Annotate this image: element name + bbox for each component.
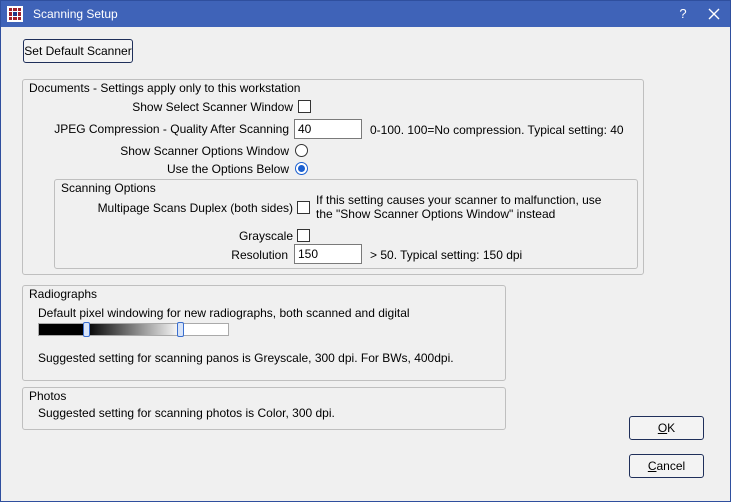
ok-button[interactable]: OK [629, 416, 704, 440]
duplex-hint-line1: If this setting causes your scanner to m… [316, 193, 602, 207]
grayscale-label: Grayscale [238, 229, 293, 243]
documents-group-label: Documents - Settings apply only to this … [29, 81, 301, 95]
window-black-region [39, 324, 86, 335]
window-max-handle[interactable] [177, 322, 184, 337]
scanning-options-group-label: Scanning Options [61, 181, 156, 195]
panos-suggestion: Suggested setting for scanning panos is … [38, 351, 454, 365]
set-default-scanner-button[interactable]: Set Default Scanner [23, 39, 133, 63]
photos-group-label: Photos [29, 389, 67, 403]
ok-label-rest: K [667, 421, 676, 435]
resolution-hint: > 50. Typical setting: 150 dpi [370, 248, 523, 262]
photos-suggestion: Suggested setting for scanning photos is… [38, 406, 335, 420]
pixel-windowing-slider[interactable] [38, 322, 229, 337]
window-gradient-region [86, 324, 181, 335]
window-title: Scanning Setup [33, 7, 118, 21]
app-grid-icon [7, 6, 23, 22]
jpeg-compression-hint: 0-100. 100=No compression. Typical setti… [370, 123, 624, 137]
scanning-setup-window: Scanning Setup ? Set Default Scanner Doc… [0, 0, 731, 502]
duplex-hint-line2: the "Show Scanner Options Window" instea… [316, 207, 556, 221]
jpeg-compression-label: JPEG Compression - Quality After Scannin… [54, 122, 289, 136]
resolution-label: Resolution [231, 248, 288, 262]
duplex-checkbox[interactable] [297, 201, 310, 214]
use-options-below-label: Use the Options Below [166, 162, 289, 176]
close-icon [708, 8, 720, 20]
ok-mnemonic: O [657, 421, 668, 435]
show-scanner-options-window-radio[interactable] [295, 144, 308, 157]
pixel-windowing-label: Default pixel windowing for new radiogra… [38, 306, 410, 320]
grayscale-checkbox[interactable] [297, 229, 310, 242]
show-select-scanner-window-label: Show Select Scanner Window [132, 100, 293, 114]
jpeg-compression-input[interactable] [294, 119, 362, 139]
close-button[interactable] [701, 4, 727, 24]
show-scanner-options-window-label: Show Scanner Options Window [120, 144, 289, 158]
show-select-scanner-window-checkbox[interactable] [298, 100, 311, 113]
title-bar: Scanning Setup ? [1, 1, 730, 27]
cancel-label-rest: ancel [656, 459, 686, 473]
help-button[interactable]: ? [672, 4, 694, 24]
cancel-button[interactable]: Cancel [629, 454, 704, 478]
use-options-below-radio[interactable] [295, 162, 308, 175]
duplex-label: Multipage Scans Duplex (both sides) [97, 201, 293, 215]
radiographs-group-label: Radiographs [29, 287, 98, 301]
resolution-input[interactable] [294, 244, 362, 264]
window-min-handle[interactable] [83, 322, 90, 337]
